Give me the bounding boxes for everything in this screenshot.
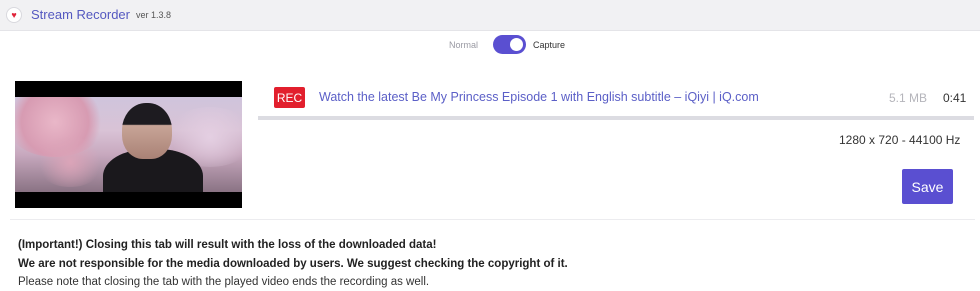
- heart-icon: ♥: [6, 7, 22, 23]
- rec-badge: REC: [274, 87, 305, 108]
- thumbnail-scene: [15, 97, 242, 192]
- notice-copyright: We are not responsible for the media dow…: [18, 258, 568, 270]
- divider: [10, 219, 975, 220]
- notice-important: (Important!) Closing this tab will resul…: [18, 239, 437, 251]
- video-title-link[interactable]: Watch the latest Be My Princess Episode …: [319, 90, 759, 104]
- save-button[interactable]: Save: [902, 169, 953, 204]
- mode-capture-label: Capture: [533, 40, 566, 50]
- progress-fill: [258, 116, 974, 120]
- version-label: ver 1.3.8: [136, 10, 172, 20]
- recording-progress-bar: [258, 116, 974, 120]
- app-title: Stream Recorder: [31, 7, 130, 22]
- toggle-knob: [510, 38, 523, 51]
- video-thumbnail: [15, 81, 242, 208]
- capture-mode-toggle[interactable]: [493, 35, 526, 54]
- app-header: ♥ Stream Recorder ver 1.3.8: [0, 0, 980, 31]
- file-size: 5.1 MB: [889, 91, 928, 105]
- recording-duration: 0:41: [943, 91, 967, 105]
- mode-normal-label: Normal: [449, 40, 479, 50]
- notice-tab-closing: Please note that closing the tab with th…: [18, 276, 430, 288]
- media-resolution: 1280 x 720 - 44100 Hz: [839, 133, 961, 147]
- mode-switch-row: Normal Capture: [0, 34, 980, 56]
